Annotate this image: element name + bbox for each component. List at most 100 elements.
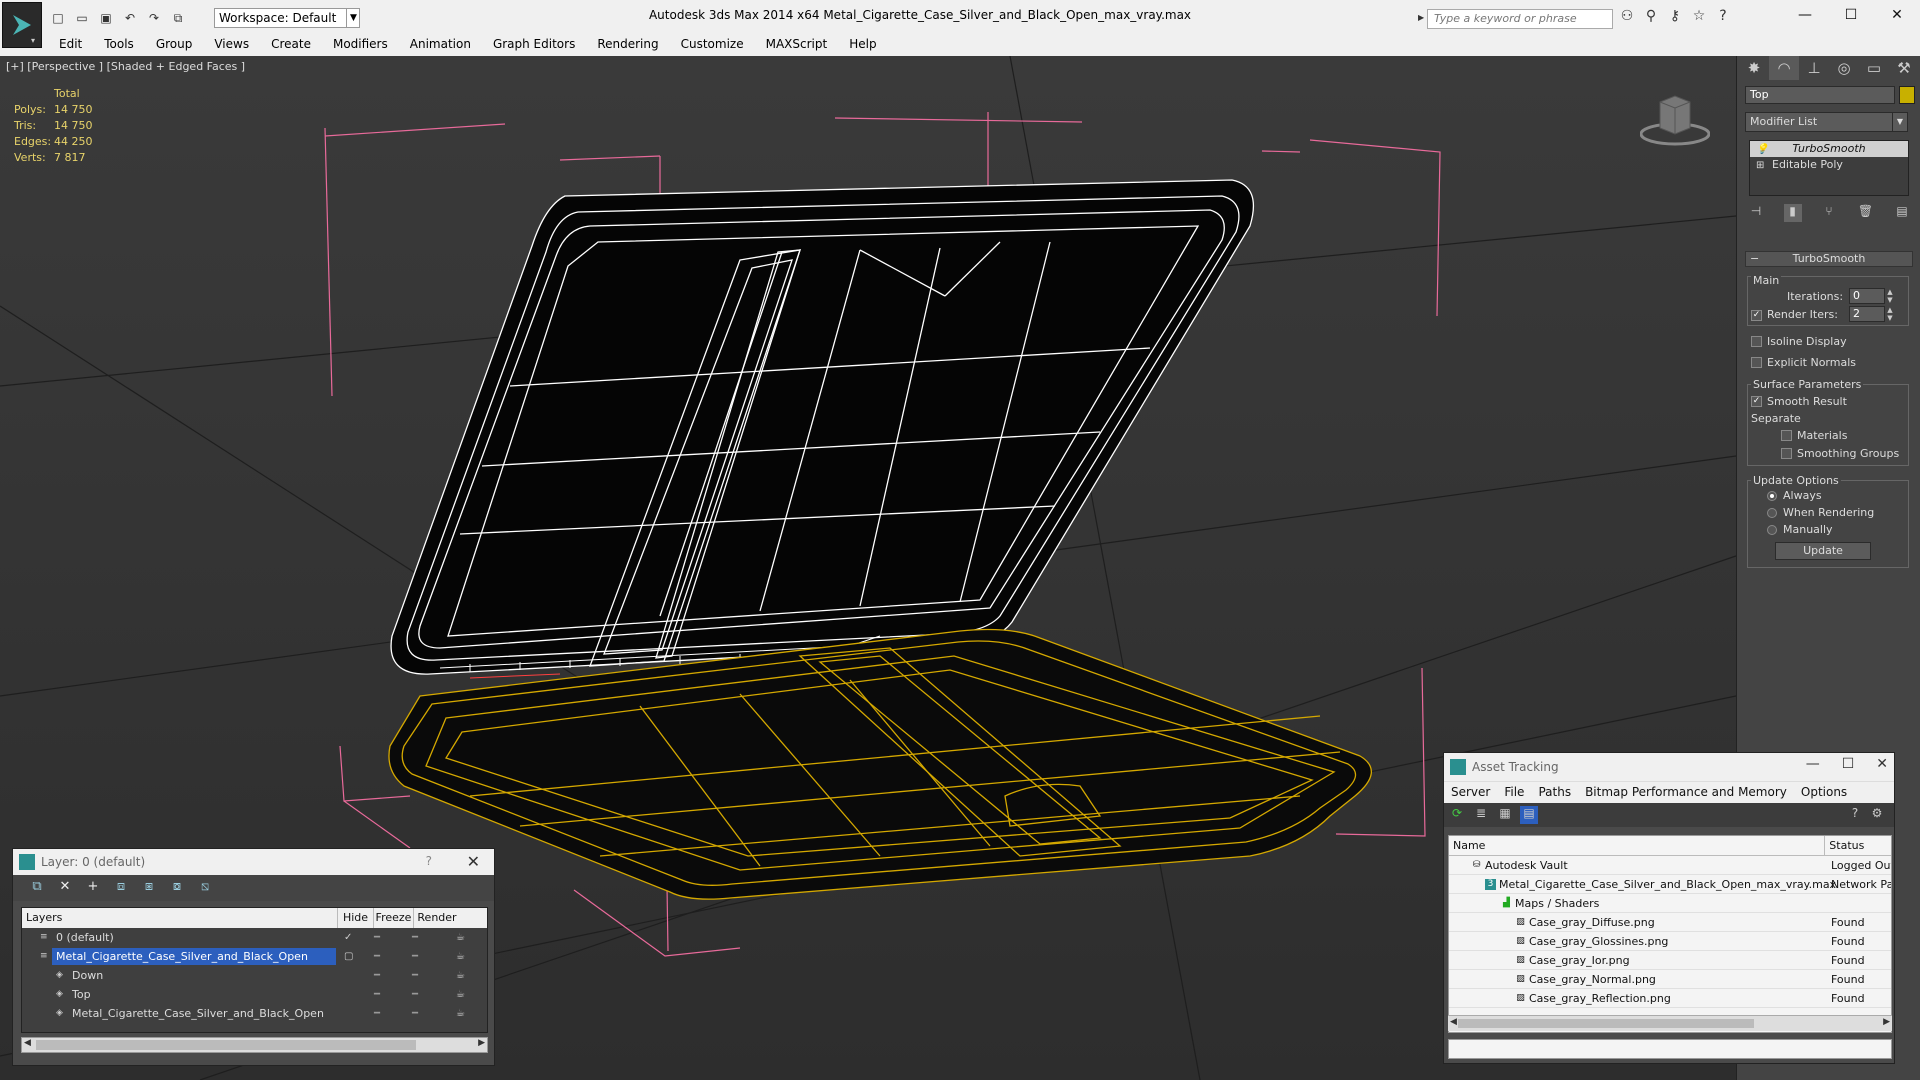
- render-teapot-icon[interactable]: ☕: [456, 985, 465, 1004]
- always-radio[interactable]: [1767, 491, 1777, 501]
- menu-file[interactable]: File: [1497, 782, 1531, 803]
- pin-stack-icon[interactable]: ⊣: [1747, 204, 1765, 222]
- freeze-toggle[interactable]: ━: [412, 1004, 418, 1023]
- turbosmooth-rollout-header[interactable]: − TurboSmooth: [1745, 251, 1913, 267]
- chevron-down-icon[interactable]: ▼: [1892, 112, 1908, 132]
- render-iters-spinner[interactable]: 2: [1849, 306, 1885, 322]
- close-button[interactable]: ✕: [467, 852, 480, 871]
- scrollbar-thumb[interactable]: [36, 1040, 416, 1050]
- communication-center-icon[interactable]: ⚲: [1642, 8, 1660, 28]
- menu-paths[interactable]: Paths: [1531, 782, 1578, 803]
- configure-sets-icon[interactable]: ▤: [1893, 204, 1911, 222]
- remove-modifier-icon[interactable]: 🗑: [1857, 204, 1875, 222]
- scroll-left-icon[interactable]: ◀: [1450, 1017, 1457, 1027]
- layer-row[interactable]: ≡ Metal_Cigarette_Case_Silver_and_Black_…: [22, 947, 487, 966]
- asset-row[interactable]: ▨ Case_gray_Ior.png Found: [1449, 951, 1891, 970]
- layer-row[interactable]: ◈ Down ━ ━ ☕: [22, 966, 487, 985]
- smoothing-groups-checkbox[interactable]: [1781, 448, 1792, 459]
- add-to-layer-icon[interactable]: +: [83, 879, 103, 897]
- layer-name[interactable]: 0 (default): [52, 929, 118, 946]
- workspace-dropdown[interactable]: Workspace: Default: [214, 8, 360, 28]
- menu-help[interactable]: Help: [838, 34, 887, 56]
- hide-toggle[interactable]: ━: [374, 947, 380, 966]
- isoline-display-checkbox[interactable]: [1751, 336, 1762, 347]
- freeze-toggle[interactable]: ━: [412, 947, 418, 966]
- object-color-swatch[interactable]: [1899, 86, 1915, 104]
- undo-icon[interactable]: ↶: [120, 9, 140, 27]
- scrollbar-thumb[interactable]: [1458, 1019, 1754, 1028]
- explicit-normals-checkbox[interactable]: [1751, 357, 1762, 368]
- object-name[interactable]: Metal_Cigarette_Case_Silver_and_Black_Op…: [68, 1005, 328, 1022]
- open-file-icon[interactable]: ▭: [72, 9, 92, 27]
- materials-checkbox[interactable]: [1781, 430, 1792, 441]
- redo-icon[interactable]: ↷: [144, 9, 164, 27]
- render-teapot-icon[interactable]: ☕: [456, 928, 465, 947]
- asset-row[interactable]: ▨ Case_gray_Reflection.png Found: [1449, 989, 1891, 1008]
- light-bulb-icon[interactable]: 💡: [1756, 142, 1768, 158]
- asset-row[interactable]: ⛁ Autodesk Vault Logged Out: [1449, 856, 1891, 875]
- render-iters-checkbox[interactable]: ✓: [1751, 310, 1762, 321]
- menu-modifiers[interactable]: Modifiers: [322, 34, 399, 56]
- menu-animation[interactable]: Animation: [399, 34, 482, 56]
- freeze-toggle[interactable]: ━: [412, 928, 418, 947]
- scroll-right-icon[interactable]: ▶: [478, 1038, 485, 1048]
- settings-icon[interactable]: ⚙: [1868, 806, 1886, 824]
- asset-row[interactable]: ▟ Maps / Shaders: [1449, 894, 1891, 913]
- set-current-layer-icon[interactable]: ⧇: [167, 879, 187, 897]
- layer-manager-titlebar[interactable]: Layer: 0 (default) ? ✕: [13, 849, 494, 875]
- menu-edit[interactable]: Edit: [48, 34, 93, 56]
- current-layer-check-icon[interactable]: ✓: [344, 928, 352, 947]
- render-teapot-icon[interactable]: ☕: [456, 947, 465, 966]
- hierarchy-tab-icon[interactable]: ⊥: [1799, 56, 1829, 80]
- column-status[interactable]: Status: [1825, 836, 1891, 855]
- save-file-icon[interactable]: ▣: [96, 9, 116, 27]
- list-view-icon[interactable]: ≣: [1472, 806, 1490, 824]
- asset-tracking-titlebar[interactable]: Asset Tracking — ☐ ✕: [1444, 753, 1894, 781]
- new-file-icon[interactable]: □: [48, 9, 68, 27]
- column-layers[interactable]: Layers: [22, 908, 338, 928]
- star-icon[interactable]: ☆: [1690, 8, 1708, 28]
- close-button[interactable]: ✕: [1876, 756, 1888, 772]
- menu-server[interactable]: Server: [1444, 782, 1497, 803]
- hide-toggle[interactable]: ━: [374, 1004, 380, 1023]
- motion-tab-icon[interactable]: ◎: [1829, 56, 1859, 80]
- menu-create[interactable]: Create: [260, 34, 322, 56]
- viewcube-icon[interactable]: [1639, 92, 1711, 152]
- key-icon[interactable]: ⚷: [1666, 8, 1684, 28]
- create-tab-icon[interactable]: ✸: [1739, 56, 1769, 80]
- layer-name[interactable]: Metal_Cigarette_Case_Silver_and_Black_Op…: [52, 948, 336, 965]
- column-name[interactable]: Name: [1449, 836, 1826, 855]
- spinner-arrows-icon[interactable]: ▲ ▼: [1885, 306, 1895, 322]
- when-rendering-radio[interactable]: [1767, 508, 1777, 518]
- smooth-result-checkbox[interactable]: ✓: [1751, 396, 1762, 407]
- freeze-toggle[interactable]: ━: [412, 985, 418, 1004]
- menu-customize[interactable]: Customize: [670, 34, 755, 56]
- scroll-left-icon[interactable]: ◀: [24, 1038, 31, 1048]
- chevron-right-icon[interactable]: ▶: [1418, 13, 1424, 22]
- menu-rendering[interactable]: Rendering: [586, 34, 669, 56]
- minimize-button[interactable]: —: [1782, 0, 1828, 30]
- search-input[interactable]: Type a keyword or phrase: [1427, 9, 1613, 29]
- collapse-icon[interactable]: −: [1750, 252, 1759, 266]
- horizontal-scrollbar[interactable]: ◀ ▶: [21, 1037, 488, 1053]
- iterations-spinner[interactable]: 0: [1849, 288, 1885, 304]
- viewport-label[interactable]: [+] [Perspective ] [Shaded + Edged Faces…: [6, 60, 245, 73]
- create-layer-icon[interactable]: ⧉: [27, 879, 47, 897]
- hide-toggle[interactable]: ━: [374, 985, 380, 1004]
- render-teapot-icon[interactable]: ☕: [456, 966, 465, 985]
- binoculars-icon[interactable]: ⚇: [1618, 8, 1636, 28]
- app-logo-icon[interactable]: ▾: [2, 2, 42, 48]
- spinner-arrows-icon[interactable]: ▲ ▼: [1885, 288, 1895, 304]
- asset-row[interactable]: ▨ Case_gray_Normal.png Found: [1449, 970, 1891, 989]
- modify-tab-icon[interactable]: ◠: [1769, 56, 1799, 80]
- help-icon[interactable]: ?: [1714, 8, 1732, 28]
- menu-bitmap-performance[interactable]: Bitmap Performance and Memory: [1578, 782, 1794, 803]
- manually-radio[interactable]: [1767, 525, 1777, 535]
- help-button[interactable]: ?: [426, 854, 432, 868]
- column-hide[interactable]: Hide: [338, 908, 374, 928]
- chevron-down-icon[interactable]: ▼: [346, 8, 360, 28]
- project-folder-icon[interactable]: ⧉: [168, 9, 188, 27]
- show-end-result-icon[interactable]: ▮: [1783, 204, 1802, 222]
- object-name[interactable]: Top: [68, 986, 95, 1003]
- object-name-field[interactable]: Top: [1745, 86, 1895, 104]
